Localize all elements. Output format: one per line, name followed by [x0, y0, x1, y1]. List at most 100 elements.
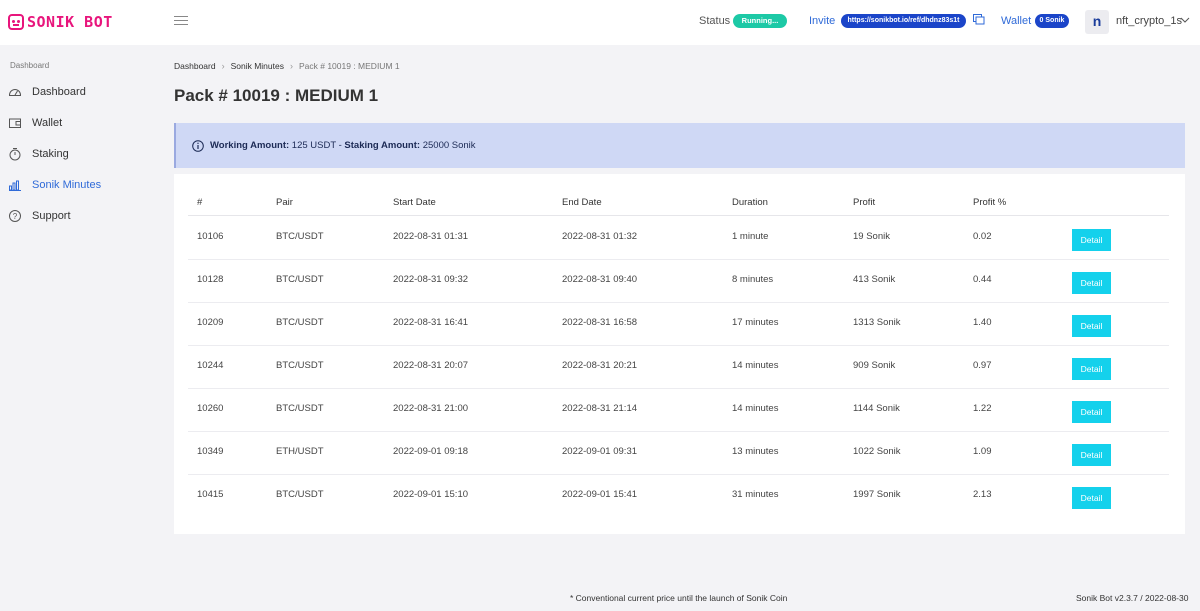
cell-duration: 14 minutes	[732, 360, 779, 371]
sidebar-item-dashboard[interactable]: Dashboard	[8, 83, 86, 101]
column-header-profit-percent: Profit %	[973, 197, 1007, 208]
cell-start-date: 2022-08-31 01:31	[393, 231, 469, 242]
cell-duration: 14 minutes	[732, 403, 779, 414]
chevron-right-icon: ›	[221, 61, 225, 71]
cell-profit: 1144 Sonik	[853, 403, 900, 414]
info-icon	[192, 139, 204, 152]
cell-id: 10349	[197, 446, 224, 457]
status-badge: Running...	[733, 14, 787, 28]
detail-button[interactable]: Detail	[1072, 272, 1111, 294]
cell-start-date: 2022-09-01 09:18	[393, 446, 469, 457]
cell-profit: 19 Sonik	[853, 231, 890, 242]
working-amount-value: 125 USDT -	[291, 140, 342, 151]
sidebar-item-wallet[interactable]: Wallet	[8, 114, 62, 132]
footer-note: * Conventional current price until the l…	[570, 593, 788, 603]
cell-profit-percent: 1.40	[973, 317, 992, 328]
sidebar-item-support[interactable]: ? Support	[8, 207, 71, 225]
column-header-profit: Profit	[853, 197, 876, 208]
breadcrumb-item-dashboard[interactable]: Dashboard	[174, 61, 216, 71]
gauge-icon	[8, 85, 22, 99]
detail-button[interactable]: Detail	[1072, 358, 1111, 380]
cell-duration: 1 minute	[732, 231, 769, 242]
robot-icon	[8, 14, 24, 30]
column-header-start-date: Start Date	[393, 197, 436, 208]
cell-end-date: 2022-08-31 20:21	[562, 360, 638, 371]
cell-end-date: 2022-08-31 01:32	[562, 231, 638, 242]
cell-profit: 909 Sonik	[853, 360, 896, 371]
hamburger-menu-icon[interactable]	[174, 16, 188, 28]
table-row: 10244 BTC/USDT 2022-08-31 20:07 2022-08-…	[188, 346, 1169, 389]
logo-text: SONIK BOT	[27, 13, 113, 31]
cell-profit: 413 Sonik	[853, 274, 896, 285]
detail-button[interactable]: Detail	[1072, 401, 1111, 423]
cell-end-date: 2022-09-01 09:31	[562, 446, 638, 457]
bar-chart-icon	[8, 178, 22, 192]
table-row: 10209 BTC/USDT 2022-08-31 16:41 2022-08-…	[188, 303, 1169, 346]
cell-start-date: 2022-09-01 15:10	[393, 489, 469, 500]
table-row: 10260 BTC/USDT 2022-08-31 21:00 2022-08-…	[188, 389, 1169, 432]
sidebar-item-label: Wallet	[32, 117, 63, 129]
working-amount-label: Working Amount:	[210, 140, 290, 151]
sidebar-item-staking[interactable]: Staking	[8, 145, 69, 163]
chevron-right-icon: ›	[289, 61, 293, 71]
sidebar-heading: Dashboard	[10, 61, 50, 70]
cell-profit-percent: 0.02	[973, 231, 992, 242]
column-header-duration: Duration	[732, 197, 768, 208]
column-header-pair: Pair	[276, 197, 293, 208]
table-row: 10349 ETH/USDT 2022-09-01 09:18 2022-09-…	[188, 432, 1169, 475]
svg-text:?: ?	[13, 212, 18, 221]
cell-id: 10128	[197, 274, 224, 285]
logo[interactable]: SONIK BOT	[8, 13, 113, 31]
cell-pair: BTC/USDT	[276, 231, 324, 242]
wallet-balance-badge[interactable]: 0 Sonik	[1035, 14, 1069, 28]
cell-id: 10260	[197, 403, 224, 414]
cell-pair: BTC/USDT	[276, 317, 324, 328]
cell-start-date: 2022-08-31 16:41	[393, 317, 469, 328]
sidebar-item-label: Sonik Minutes	[32, 179, 102, 191]
sidebar-item-sonik-minutes[interactable]: Sonik Minutes	[8, 176, 101, 194]
cell-pair: BTC/USDT	[276, 274, 324, 285]
cell-pair: ETH/USDT	[276, 446, 324, 457]
invite-label: Invite	[809, 15, 836, 27]
cell-duration: 31 minutes	[732, 489, 779, 500]
chevron-down-icon[interactable]	[1180, 15, 1190, 25]
cell-profit: 1313 Sonik	[853, 317, 901, 328]
timer-icon	[8, 147, 22, 161]
column-header-id: #	[197, 197, 203, 208]
cell-end-date: 2022-08-31 09:40	[562, 274, 638, 285]
breadcrumb-item-sonik-minutes[interactable]: Sonik Minutes	[231, 61, 284, 71]
column-header-end-date: End Date	[562, 197, 602, 208]
detail-button[interactable]: Detail	[1072, 229, 1111, 251]
table-header: # Pair Start Date End Date Duration Prof…	[188, 192, 1169, 216]
username[interactable]: nft_crypto_1s	[1116, 15, 1182, 27]
breadcrumb: Dashboard › Sonik Minutes › Pack # 10019…	[174, 61, 400, 71]
cell-duration: 13 minutes	[732, 446, 779, 457]
copy-icon[interactable]	[973, 14, 985, 25]
cell-id: 10415	[197, 489, 224, 500]
detail-button[interactable]: Detail	[1072, 444, 1111, 466]
cell-profit-percent: 0.44	[973, 274, 992, 285]
sidebar-item-label: Support	[32, 210, 71, 222]
sidebar: Dashboard Dashboard Wallet Staking Sonik…	[0, 45, 160, 611]
sidebar-item-label: Dashboard	[32, 86, 86, 98]
help-icon: ?	[8, 209, 22, 223]
cell-end-date: 2022-08-31 21:14	[562, 403, 638, 414]
wallet-icon	[8, 116, 22, 130]
sidebar-item-label: Staking	[32, 148, 69, 160]
page-title: Pack # 10019 : MEDIUM 1	[174, 86, 379, 105]
footer-version: Sonik Bot v2.3.7 / 2022-08-30	[1076, 593, 1189, 603]
detail-button[interactable]: Detail	[1072, 487, 1111, 509]
table-row: 10415 BTC/USDT 2022-09-01 15:10 2022-09-…	[188, 475, 1169, 518]
cell-profit-percent: 1.22	[973, 403, 992, 414]
cell-pair: BTC/USDT	[276, 403, 324, 414]
cell-start-date: 2022-08-31 20:07	[393, 360, 469, 371]
invite-link-badge[interactable]: https://sonikbot.io/ref/dhdnz83s1t	[841, 14, 966, 28]
detail-button[interactable]: Detail	[1072, 315, 1111, 337]
staking-amount-label: Staking Amount:	[344, 140, 421, 151]
cell-id: 10244	[197, 360, 224, 371]
table-row: 10128 BTC/USDT 2022-08-31 09:32 2022-08-…	[188, 260, 1169, 303]
info-alert: Working Amount: 125 USDT - Staking Amoun…	[174, 123, 1185, 168]
wallet-label: Wallet	[1001, 15, 1032, 27]
status-label: Status	[699, 15, 731, 27]
avatar[interactable]: n	[1085, 10, 1109, 34]
